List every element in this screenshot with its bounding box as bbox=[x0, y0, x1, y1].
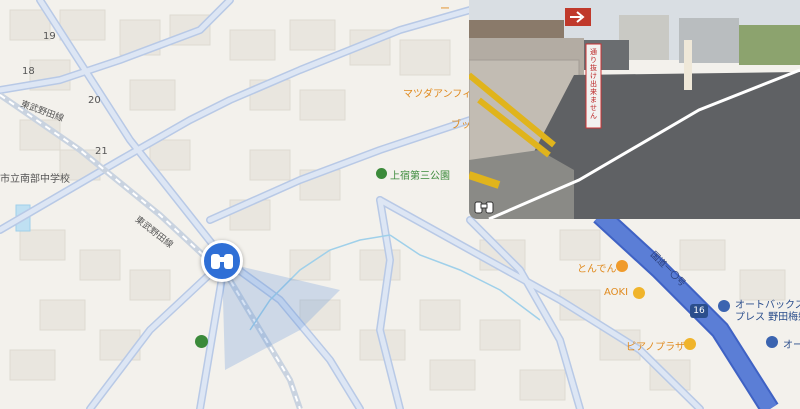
look-around-preview[interactable]: 通り抜け出来ません bbox=[469, 0, 800, 219]
block-number-21: 21 bbox=[95, 146, 108, 157]
poi-autobacs-line2[interactable]: プレス 野田梅郷 bbox=[735, 308, 800, 323]
block-number-20: 20 bbox=[88, 95, 101, 106]
binoculars-icon bbox=[211, 254, 233, 269]
music-icon bbox=[684, 338, 696, 350]
car-service-icon bbox=[718, 300, 730, 312]
poi-park[interactable]: 上宿第三公園 bbox=[390, 167, 450, 182]
store-icon[interactable] bbox=[195, 335, 208, 348]
look-around-marker[interactable] bbox=[201, 240, 243, 282]
restaurant-icon bbox=[616, 260, 628, 272]
binoculars-icon[interactable] bbox=[474, 199, 494, 215]
poi-mazda-cut[interactable]: ブッ bbox=[451, 116, 471, 131]
poi-top-cut: ー bbox=[440, 4, 450, 15]
poi-tonden[interactable]: とんでん bbox=[577, 260, 617, 275]
school-label[interactable]: 市立南部中学校 bbox=[0, 170, 70, 185]
poi-piano-plaza[interactable]: ピアノプラザ bbox=[626, 338, 685, 353]
park-icon bbox=[376, 168, 387, 179]
streetview-sign-text: 通り抜け出来ません bbox=[590, 48, 597, 120]
car-service-icon-2 bbox=[766, 336, 778, 348]
poi-edge: オー bbox=[783, 340, 800, 351]
block-number-18: 18 bbox=[22, 66, 35, 77]
poi-aoki[interactable]: AOKI bbox=[604, 287, 628, 298]
route-shield: 16 bbox=[690, 304, 708, 318]
poi-mazda[interactable]: マツダアンフィ bbox=[403, 85, 472, 100]
block-number-19: 19 bbox=[43, 31, 56, 42]
shop-icon bbox=[633, 287, 645, 299]
